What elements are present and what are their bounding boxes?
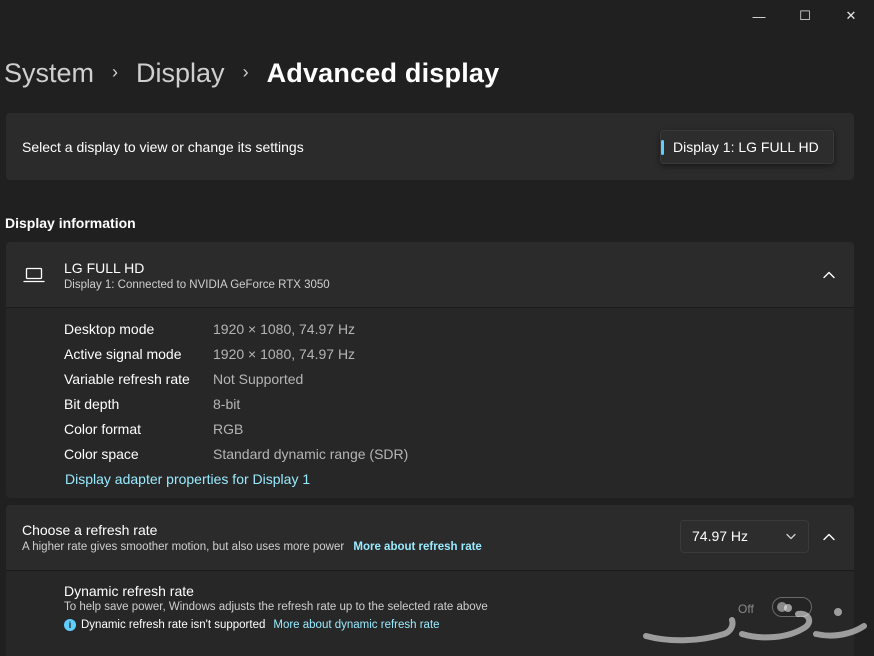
dynamic-refresh-description: To help save power, Windows adjusts the … [64,601,488,613]
info-value: 8-bit [213,396,241,412]
info-label: Desktop mode [64,321,155,337]
refresh-rate-link[interactable]: More about refresh rate [353,541,481,553]
chevron-down-icon [786,521,796,563]
display-select-value: Display 1: LG FULL HD [673,139,819,155]
page-title: Advanced display [266,58,500,88]
section-heading: Display information [5,215,136,231]
collapse-refresh-rate-button[interactable] [814,522,844,552]
info-label: Color format [64,421,142,437]
refresh-rate-description-text: A higher rate gives smoother motion, but… [22,541,345,553]
refresh-rate-title: Choose a refresh rate [22,522,158,538]
collapse-display-info-button[interactable] [814,260,844,290]
info-value: 1920 × 1080, 74.97 Hz [213,346,356,362]
laptop-icon [23,267,45,283]
minimize-button[interactable]: — [736,0,782,32]
window-controls: — ☐ ✕ [736,0,874,32]
info-value: 1920 × 1080, 74.97 Hz [213,321,356,337]
toggle-state-label: Off [738,602,754,616]
display-info-body: Desktop mode 1920 × 1080, 74.97 Hz Activ… [6,308,854,498]
info-value: Standard dynamic range (SDR) [213,446,409,462]
refresh-rate-value: 74.97 Hz [692,528,749,544]
chevron-up-icon [823,533,835,541]
breadcrumb-chevron-icon: › [112,62,119,82]
dynamic-refresh-warning-text: Dynamic refresh rate isn't supported [81,619,266,631]
adapter-properties-link[interactable]: Display adapter properties for Display 1 [65,471,310,487]
maximize-button[interactable]: ☐ [782,0,828,32]
display-select-dropdown[interactable]: Display 1: LG FULL HD [660,130,834,164]
dynamic-refresh-warning: i Dynamic refresh rate isn't supported M… [64,619,440,631]
display-info-header[interactable]: LG FULL HD Display 1: Connected to NVIDI… [6,242,854,308]
info-label: Bit depth [64,396,120,412]
close-icon: ✕ [845,8,857,23]
refresh-rate-card: Choose a refresh rate A higher rate give… [6,505,854,656]
info-label: Active signal mode [64,346,182,362]
monitor-subtitle: Display 1: Connected to NVIDIA GeForce R… [64,279,330,291]
refresh-rate-dropdown[interactable]: 74.97 Hz [680,520,809,553]
info-value: RGB [213,421,244,437]
close-button[interactable]: ✕ [828,0,874,32]
info-label: Color space [64,446,139,462]
minimize-icon: — [752,8,766,24]
dynamic-refresh-toggle[interactable] [772,597,812,617]
display-info-card: LG FULL HD Display 1: Connected to NVIDI… [6,242,854,498]
refresh-rate-header: Choose a refresh rate A higher rate give… [6,505,854,571]
toggle-knob [777,602,787,612]
info-icon: i [64,619,76,631]
refresh-rate-description: A higher rate gives smoother motion, but… [22,541,482,553]
breadcrumb-display[interactable]: Display [136,58,225,89]
dynamic-refresh-section: Dynamic refresh rate To help save power,… [6,571,854,656]
selection-accent [661,140,664,155]
dynamic-refresh-link[interactable]: More about dynamic refresh rate [273,619,439,631]
monitor-name: LG FULL HD [64,260,145,276]
chevron-up-icon [823,271,835,279]
breadcrumb-chevron-icon: › [242,62,249,82]
breadcrumb-system[interactable]: System [4,58,94,89]
display-select-card: Select a display to view or change its s… [6,113,854,180]
display-select-label: Select a display to view or change its s… [22,139,304,155]
info-label: Variable refresh rate [64,371,190,387]
dynamic-refresh-title: Dynamic refresh rate [64,583,194,599]
info-value: Not Supported [213,371,304,387]
breadcrumb: System › Display › Advanced display [4,58,499,89]
maximize-icon: ☐ [799,8,811,23]
